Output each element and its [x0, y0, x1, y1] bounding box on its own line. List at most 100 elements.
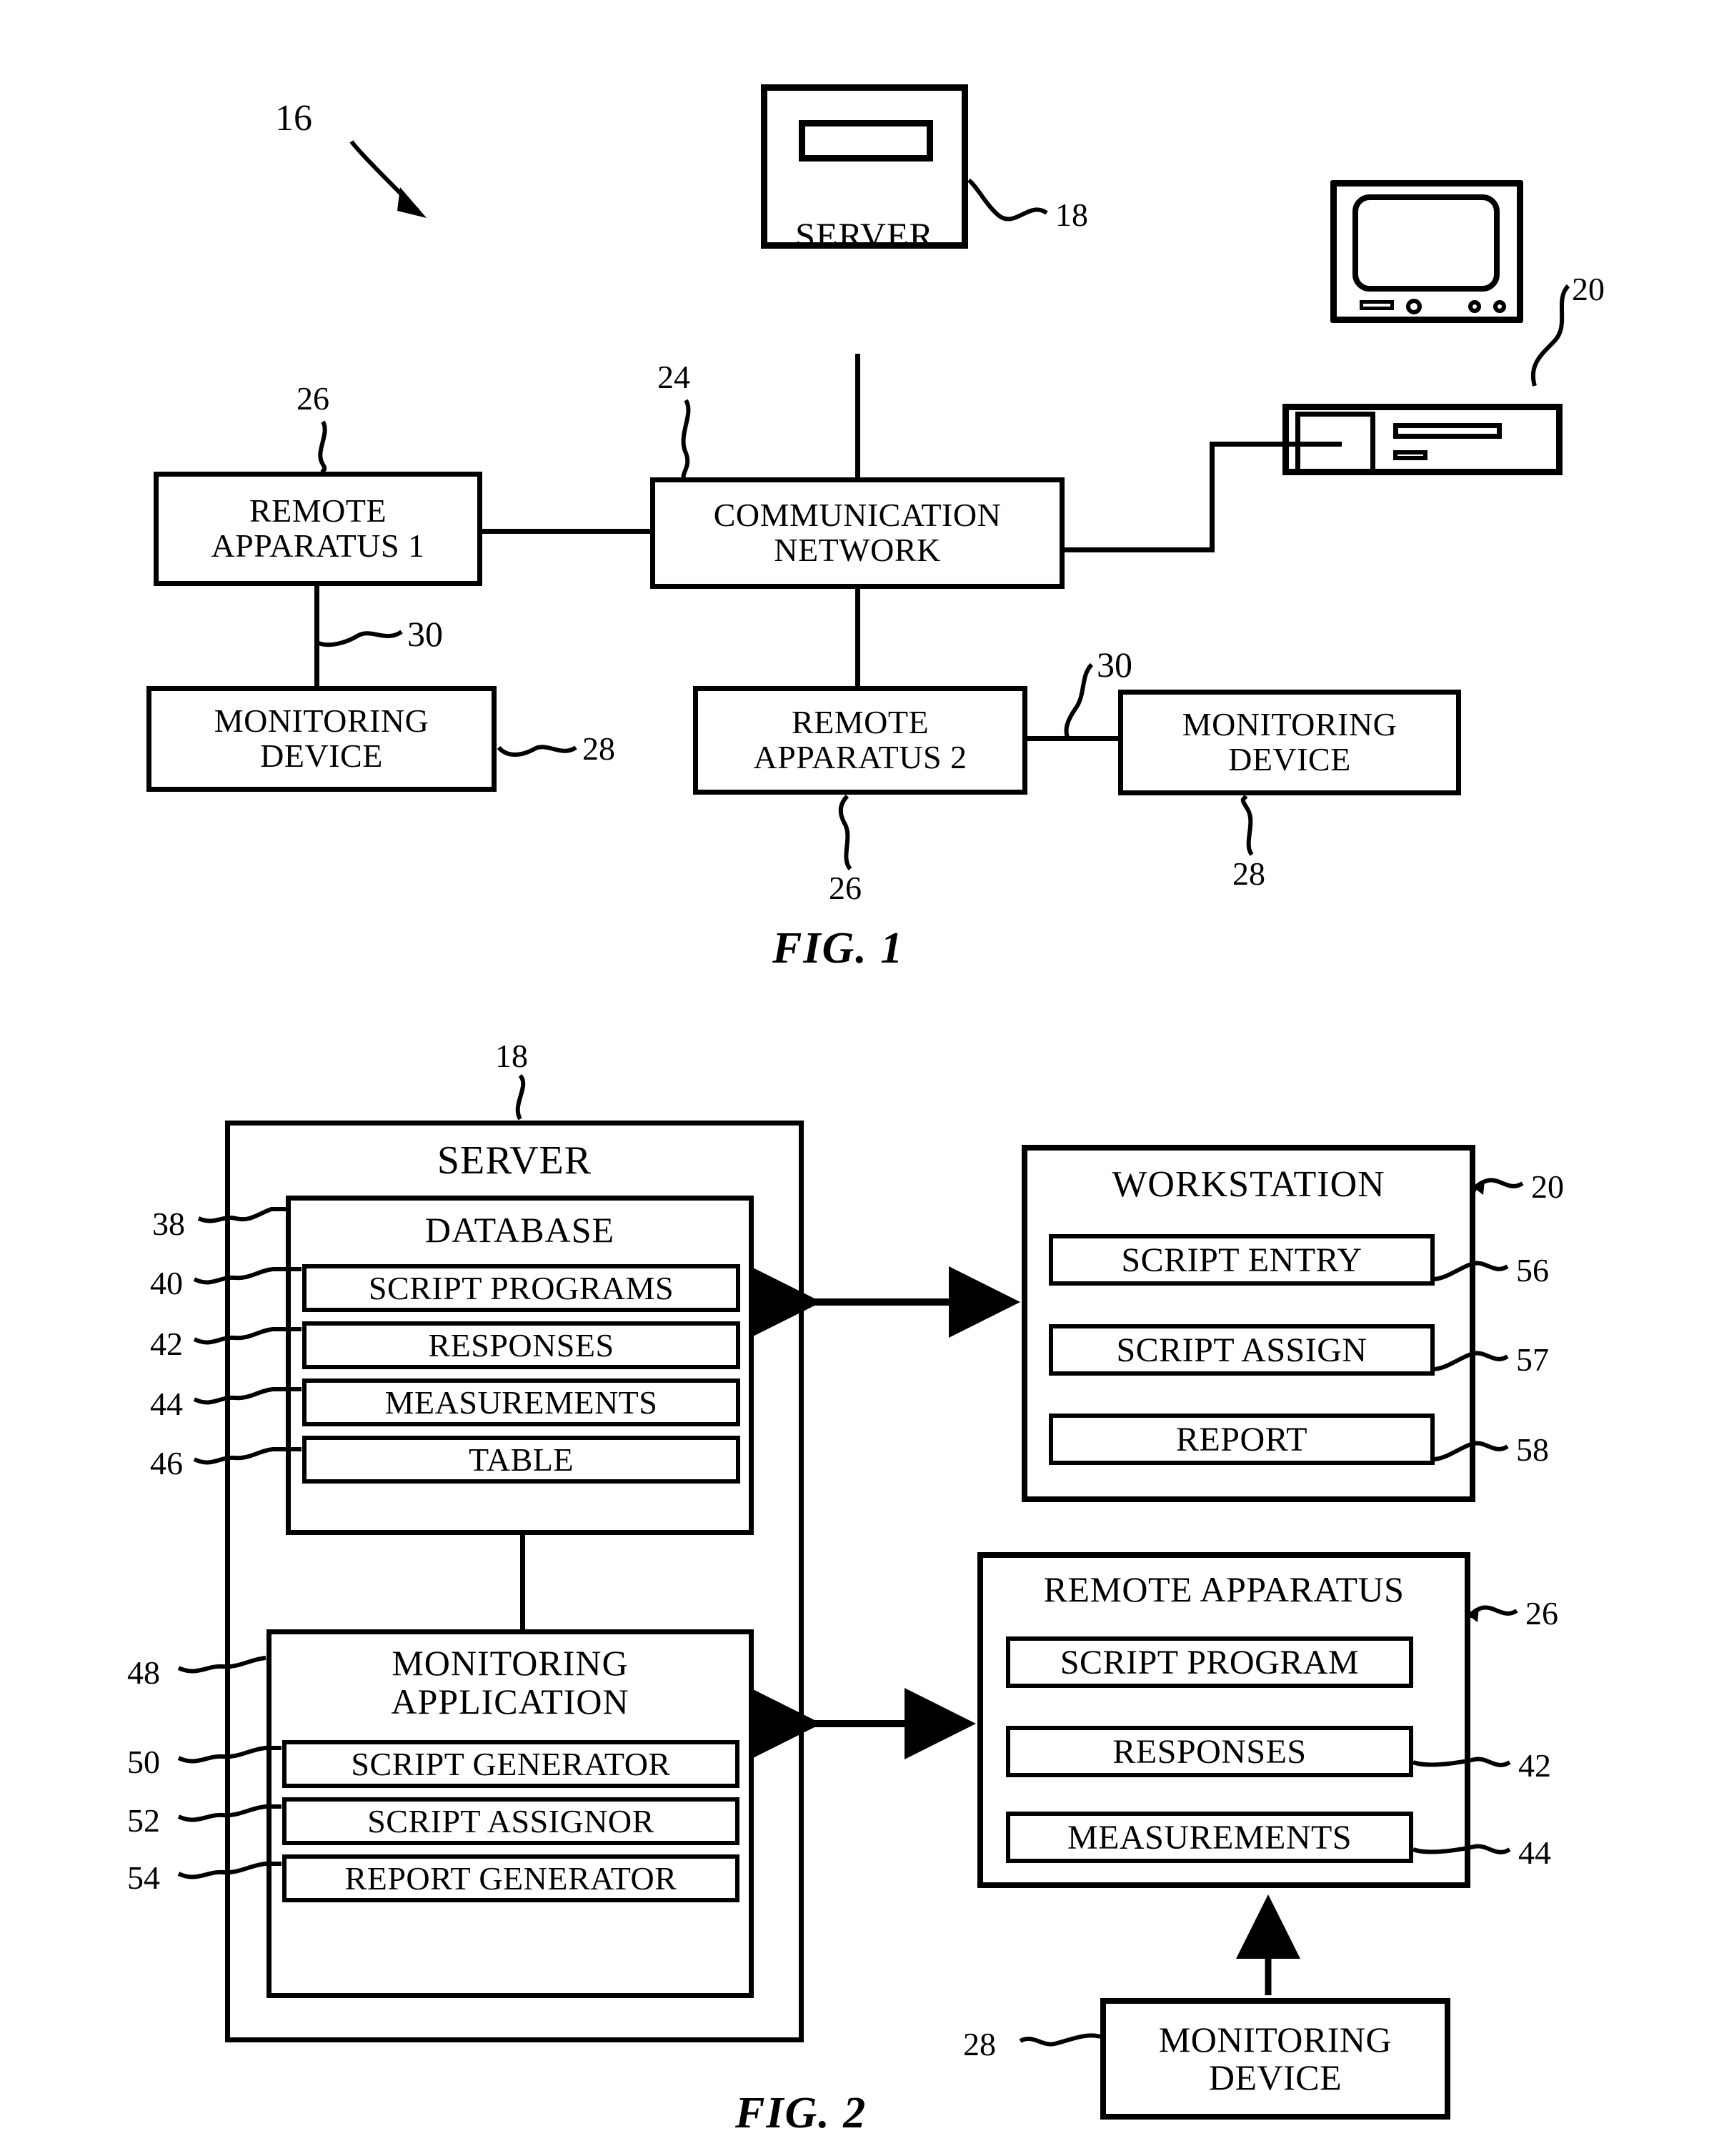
figure2-remote-item-script-program: SCRIPT PROGRAM	[1006, 1636, 1413, 1688]
label-responses-db: RESPONSES	[428, 1327, 614, 1363]
ref-40-script-programs: 40	[150, 1265, 183, 1301]
server-label: SERVER	[795, 215, 934, 255]
figure2-workstation-item-report: REPORT	[1049, 1414, 1435, 1465]
server-ref-18: 18	[1055, 197, 1088, 233]
label-script-program: SCRIPT PROGRAM	[1060, 1643, 1360, 1681]
monitoring-device-left-line2: DEVICE	[260, 737, 383, 774]
label-measurements-remote: MEASUREMENTS	[1067, 1818, 1352, 1857]
ref-58-report: 58	[1516, 1431, 1549, 1468]
workstation-slot2-icon	[1393, 450, 1427, 460]
remote-apparatus-2-ref-26: 26	[829, 870, 862, 906]
line-database-to-monitoring-application	[520, 1531, 525, 1631]
figure2-box-monitoring-device: MONITORING DEVICE	[1100, 1998, 1450, 2120]
label-table: TABLE	[468, 1441, 574, 1478]
figure2-workstation-title: WORKSTATION	[1112, 1164, 1385, 1205]
monitoring-application-line2: APPLICATION	[391, 1681, 629, 1722]
ref-50-script-generator: 50	[127, 1744, 160, 1780]
ref-46-table: 46	[150, 1445, 183, 1481]
remote-apparatus-1-line2: APPARATUS 1	[211, 527, 425, 564]
line-network-to-workstation-riser	[1210, 442, 1215, 550]
communication-network-line1: COMMUNICATION	[713, 497, 1002, 534]
ref-57-script-assign: 57	[1516, 1341, 1549, 1378]
figure2-remote-apparatus-title: REMOTE APPARATUS	[1043, 1569, 1405, 1609]
monitoring-device-right-line1: MONITORING	[1182, 706, 1397, 743]
box-communication-network: COMMUNICATION NETWORK	[650, 477, 1065, 589]
ref-42-responses-remote: 42	[1518, 1747, 1551, 1784]
figure2-remote-item-measurements: MEASUREMENTS	[1006, 1812, 1413, 1863]
figure2-database-item-measurements: MEASUREMENTS	[302, 1378, 740, 1426]
line-network-to-workstation-upper	[1210, 442, 1342, 447]
ref-56-script-entry: 56	[1516, 1252, 1549, 1288]
server-screen-icon	[799, 120, 933, 162]
box-remote-apparatus-2: REMOTE APPARATUS 2	[693, 686, 1027, 795]
workstation-screen-control-icon	[1360, 300, 1394, 310]
ref-20-workstation: 20	[1531, 1168, 1564, 1205]
system-ref-16: 16	[275, 98, 312, 139]
line-ra2-to-monitoring-right	[1023, 736, 1123, 741]
ref-42-responses: 42	[150, 1326, 183, 1362]
figure2-monitoring-application-title: MONITORING APPLICATION	[266, 1644, 754, 1721]
right-link-ref-30: 30	[1097, 645, 1132, 685]
monitoring-device-left-ref-28: 28	[582, 730, 615, 767]
line-server-to-network	[855, 354, 860, 481]
monitoring-application-line1: MONITORING	[392, 1643, 629, 1683]
figure2-remote-item-responses: RESPONSES	[1006, 1726, 1413, 1777]
ref-54-report-generator: 54	[127, 1859, 160, 1896]
remote-apparatus-2-line2: APPARATUS 2	[753, 739, 967, 775]
label-script-assign: SCRIPT ASSIGN	[1116, 1331, 1367, 1369]
workstation-screen-icon	[1352, 194, 1500, 292]
remote-apparatus-1-ref-26: 26	[297, 380, 329, 417]
box-monitoring-device-right: MONITORING DEVICE	[1118, 690, 1461, 795]
figure2-server-title: SERVER	[437, 1138, 592, 1183]
workstation-knob-icon	[1406, 299, 1422, 314]
label-report: REPORT	[1175, 1420, 1308, 1459]
ref-38-database: 38	[152, 1206, 185, 1242]
label-script-generator: SCRIPT GENERATOR	[351, 1746, 671, 1782]
figure2-database-item-table: TABLE	[302, 1436, 740, 1484]
ref-28-monitoring-device-fig2: 28	[963, 2026, 996, 2062]
box-remote-apparatus-1: REMOTE APPARATUS 1	[154, 472, 482, 586]
line-network-to-ra2	[855, 586, 860, 689]
figure2-workstation-item-script-entry: SCRIPT ENTRY	[1049, 1234, 1435, 1286]
figure2-monapp-item-script-generator: SCRIPT GENERATOR	[282, 1740, 739, 1788]
box-monitoring-device-left: MONITORING DEVICE	[146, 686, 497, 792]
figure2-workstation-item-script-assign: SCRIPT ASSIGN	[1049, 1324, 1435, 1376]
ref-44-measurements-remote: 44	[1518, 1834, 1551, 1871]
patent-drawing-sheet: 16 SERVER 18 20 COMMUNICATION NETWORK 24…	[0, 0, 1734, 2156]
workstation-slot-icon	[1393, 423, 1502, 439]
label-script-assignor: SCRIPT ASSIGNOR	[367, 1803, 654, 1839]
figure2-database-title: DATABASE	[424, 1210, 615, 1250]
label-report-generator: REPORT GENERATOR	[344, 1860, 677, 1897]
line-network-to-workstation-lower	[1061, 547, 1215, 552]
label-measurements-db: MEASUREMENTS	[384, 1384, 658, 1421]
figure-2-caption: FIG. 2	[735, 2089, 867, 2137]
ref-44-measurements: 44	[150, 1386, 183, 1422]
label-script-entry: SCRIPT ENTRY	[1121, 1241, 1362, 1279]
ref-52-script-assignor: 52	[127, 1802, 160, 1839]
workstation-knob2-icon	[1468, 300, 1481, 313]
figure-1-caption: FIG. 1	[772, 924, 905, 973]
ref-26-remote-apparatus: 26	[1525, 1595, 1558, 1631]
figure2-database-item-responses: RESPONSES	[302, 1321, 740, 1369]
remote-apparatus-2-line1: REMOTE	[791, 704, 930, 741]
communication-network-ref-24: 24	[657, 359, 690, 395]
figure2-monapp-item-report-generator: REPORT GENERATOR	[282, 1854, 739, 1902]
communication-network-line2: NETWORK	[774, 532, 941, 568]
monitoring-device-right-line2: DEVICE	[1228, 741, 1351, 778]
system-16-leader-arrow	[349, 140, 427, 218]
figure2-server-ref-18: 18	[495, 1038, 528, 1074]
monitoring-device-right-ref-28: 28	[1232, 855, 1265, 892]
line-ra1-to-monitoring-left	[314, 585, 319, 689]
monitoring-device-left-line1: MONITORING	[214, 702, 429, 740]
figure2-database-item-script-programs: SCRIPT PROGRAMS	[302, 1264, 740, 1312]
label-responses-remote: RESPONSES	[1112, 1732, 1307, 1771]
label-script-programs: SCRIPT PROGRAMS	[368, 1270, 674, 1306]
figure2-monitoring-device-line1: MONITORING	[1158, 2020, 1392, 2060]
workstation-knob3-icon	[1493, 300, 1506, 313]
figure2-monapp-item-script-assignor: SCRIPT ASSIGNOR	[282, 1797, 739, 1845]
figure2-server-18-leader	[515, 1073, 526, 1121]
ref-48-monitoring-application: 48	[127, 1654, 160, 1691]
remote-apparatus-1-line1: REMOTE	[249, 492, 387, 530]
left-link-ref-30: 30	[407, 614, 443, 654]
workstation-ref-20: 20	[1572, 271, 1605, 307]
